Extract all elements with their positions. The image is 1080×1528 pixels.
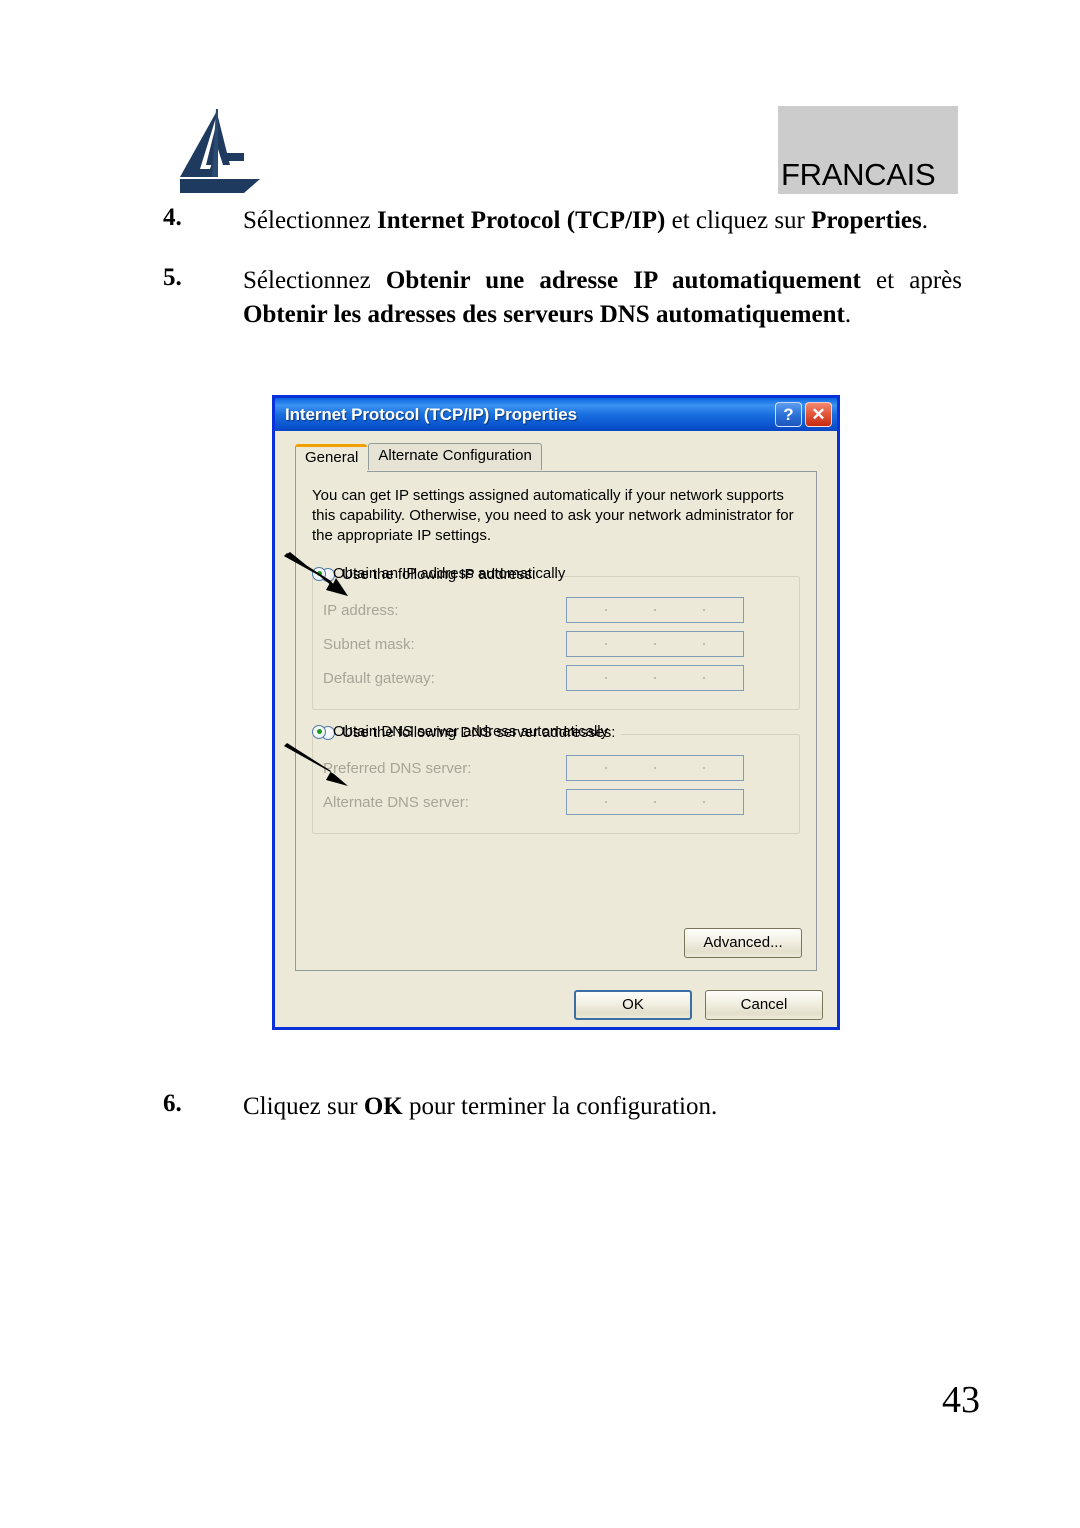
step-text-4: Sélectionnez Internet Protocol (TCP/IP) … [243,204,962,238]
input-subnet-mask[interactable] [566,631,744,658]
tcpip-properties-dialog: Internet Protocol (TCP/IP) Properties ? … [272,395,840,1030]
field-row-alternate-dns: Alternate DNS server: [323,789,789,816]
field-row-subnet-mask: Subnet mask: [323,631,789,658]
language-banner: FRANCAIS [778,106,958,194]
ip-separator-dot [653,801,656,804]
step5-seg-0: Sélectionnez [243,267,386,294]
manual-ip-group: Use the following IP address: IP address… [312,566,800,711]
page-header: FRANCAIS [0,0,1080,205]
ip-separator-dot [653,767,656,770]
step4-seg-4: . [921,207,928,234]
label-subnet-mask: Subnet mask: [323,635,415,653]
ip-separator-dot [703,801,706,804]
label-preferred-dns-server: Preferred DNS server: [323,759,472,777]
tab-strip: General Alternate Configuration [295,443,828,472]
advanced-button[interactable]: Advanced... [684,928,802,958]
ip-separator-dot [604,767,607,770]
step-text-5: Sélectionnez Obtenir une adresse IP auto… [243,264,962,332]
step5-seg-2: et après [860,267,962,294]
dialog-title: Internet Protocol (TCP/IP) Properties [285,404,577,424]
label-default-gateway: Default gateway: [323,669,435,687]
general-tab-panel: You can get IP settings assigned automat… [295,471,817,971]
ip-separator-dot [703,677,706,680]
label-ip-address: IP address: [323,601,399,619]
input-preferred-dns-server[interactable] [566,755,744,782]
dialog-footer: OK Cancel [574,990,823,1020]
ip-separator-dot [703,643,706,646]
titlebar-buttons: ? ✕ [775,402,832,427]
ip-separator-dot [653,609,656,612]
dialog-titlebar[interactable]: Internet Protocol (TCP/IP) Properties ? … [272,395,840,431]
ip-separator-dot [653,643,656,646]
manual-dns-group: Use the following DNS server addresses: … [312,724,800,835]
step4-seg-0: Sélectionnez [243,207,377,234]
step6-seg-0: Cliquez sur [243,1093,364,1120]
tab-general[interactable]: General [295,444,368,472]
panel-description: You can get IP settings assigned automat… [312,487,794,544]
ip-separator-dot [604,677,607,680]
ok-button[interactable]: OK [574,990,692,1020]
dialog-body: General Alternate Configuration You can … [275,434,837,1030]
radio-obtain-ip-label: Obtain an IP address automatically [333,565,566,583]
radio-button-icon [312,566,326,581]
step4-seg-3: Properties [811,207,922,234]
step6-seg-1: OK [363,1093,403,1120]
ip-separator-dot [604,801,607,804]
help-icon[interactable]: ? [775,402,802,427]
step-item-4: 4. Sélectionnez Internet Protocol (TCP/I… [0,204,1080,238]
ip-separator-dot [703,767,706,770]
radio-obtain-dns-automatically[interactable]: Obtain DNS server address automatically [312,723,800,740]
ip-separator-dot [604,609,607,612]
instruction-steps: 4. Sélectionnez Internet Protocol (TCP/I… [0,200,1080,348]
label-alternate-dns-server: Alternate DNS server: [323,793,469,811]
close-icon[interactable]: ✕ [805,402,832,427]
step-item-5: 5. Sélectionnez Obtenir une adresse IP a… [0,264,1080,332]
step-text-6: Cliquez sur OK pour terminer la configur… [243,1090,962,1124]
ip-separator-dot [604,643,607,646]
step-number-6: 6. [163,1090,182,1117]
step5-seg-1: Obtenir une adresse IP automatiquement [385,267,861,294]
step-number-5: 5. [163,264,182,291]
page-number: 43 [942,1379,980,1421]
atlantis-land-logo-icon [180,109,260,193]
field-row-preferred-dns: Preferred DNS server: [323,755,789,782]
step4-seg-1: Internet Protocol (TCP/IP) [376,207,666,234]
input-ip-address[interactable] [566,597,744,624]
radio-button-icon [312,724,326,739]
step5-seg-3: Obtenir les adresses des serveurs DNS au… [243,301,845,328]
input-default-gateway[interactable] [566,665,744,692]
field-row-ip-address: IP address: [323,597,789,624]
cancel-button[interactable]: Cancel [705,990,823,1020]
tab-alternate-configuration[interactable]: Alternate Configuration [368,443,542,470]
step4-seg-2: et cliquez sur [665,207,812,234]
instruction-step-6-wrap: 6. Cliquez sur OK pour terminer la confi… [0,1090,1080,1140]
ip-separator-dot [703,609,706,612]
step5-seg-4: . [844,301,852,328]
step-number-4: 4. [163,204,182,231]
language-banner-label: FRANCAIS [781,157,936,192]
advanced-button-wrap: Advanced... [684,928,802,958]
field-row-default-gateway: Default gateway: [323,665,789,692]
input-alternate-dns-server[interactable] [566,789,744,816]
radio-obtain-dns-label: Obtain DNS server address automatically [333,723,609,741]
step6-seg-2: pour terminer la configuration. [402,1093,718,1120]
radio-obtain-ip-automatically[interactable]: Obtain an IP address automatically [312,565,800,582]
step-item-6: 6. Cliquez sur OK pour terminer la confi… [0,1090,1080,1124]
ip-separator-dot [653,677,656,680]
